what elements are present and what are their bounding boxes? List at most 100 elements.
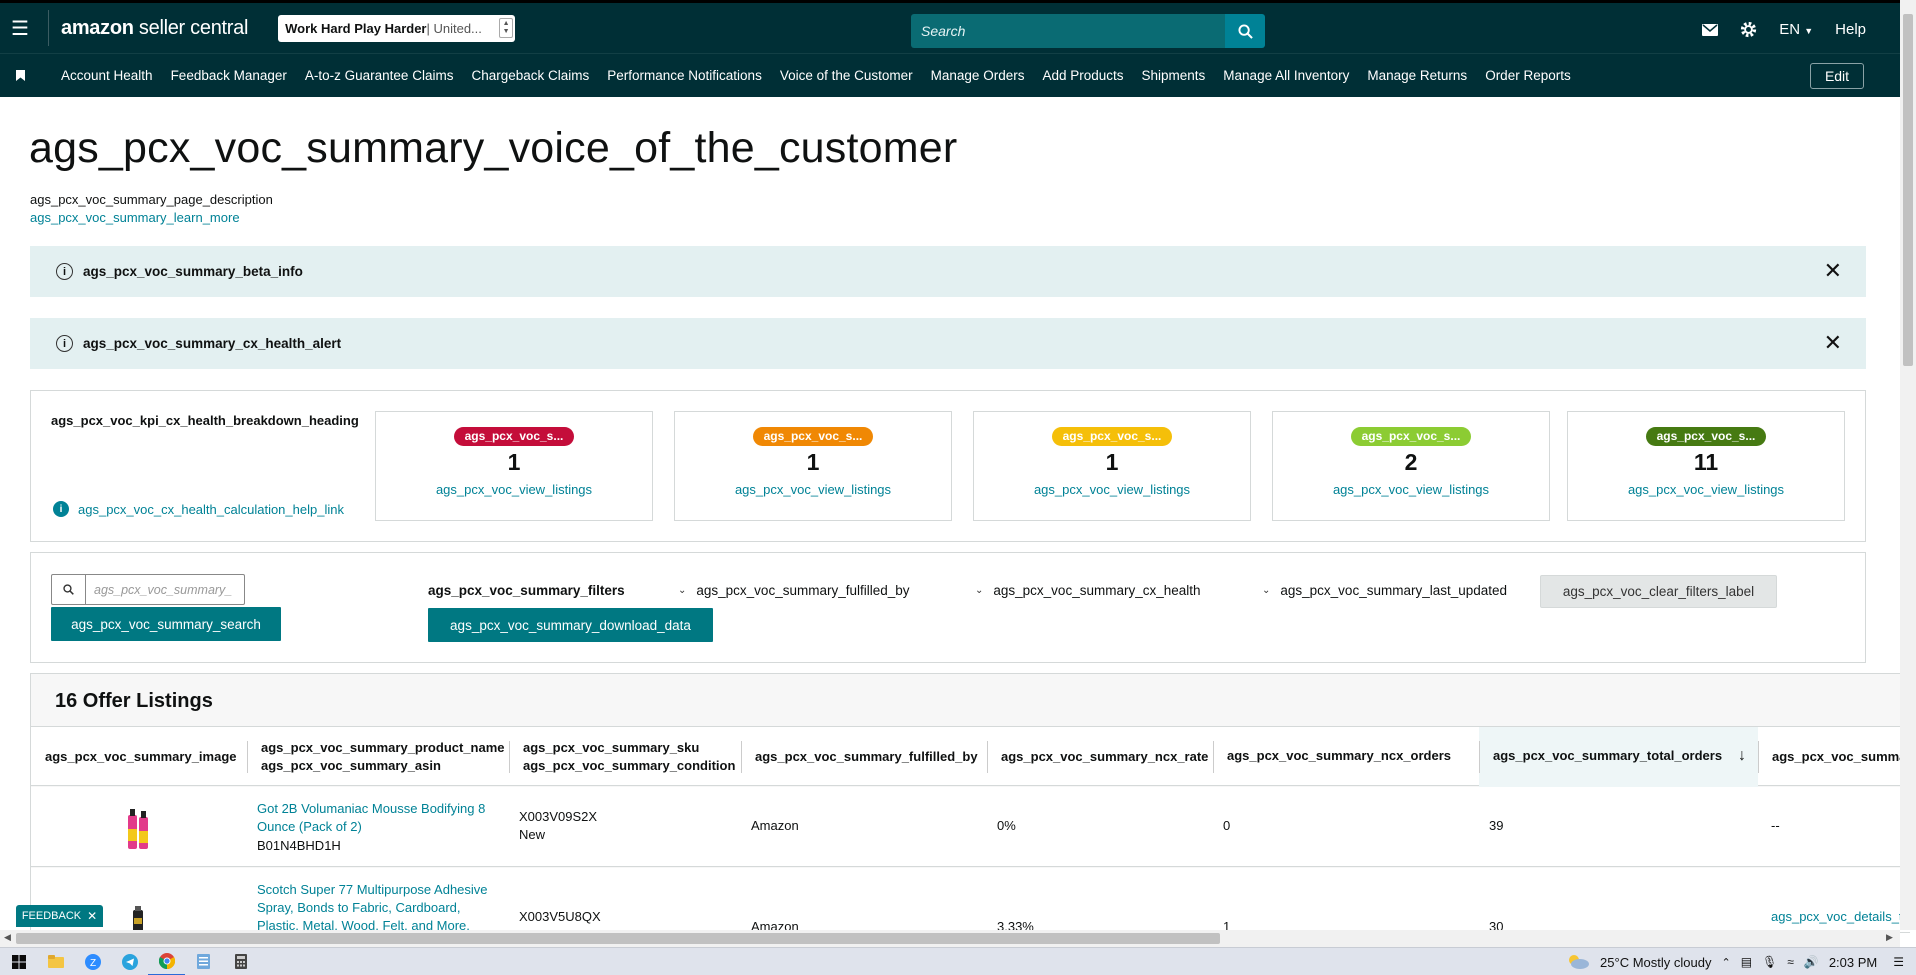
weather-text[interactable]: 25°C Mostly cloudy [1600, 955, 1711, 970]
nav-voice-of-the-customer[interactable]: Voice of the Customer [780, 68, 913, 83]
nav-chargeback-claims[interactable]: Chargeback Claims [471, 68, 589, 83]
col-ncx-orders-label: ags_pcx_voc_summary_ncx_orders [1227, 748, 1452, 763]
feedback-tab[interactable]: FEEDBACK ✕ [16, 905, 103, 927]
download-data-button[interactable]: ags_pcx_voc_summary_download_data [428, 608, 713, 642]
nav-manage-returns[interactable]: Manage Returns [1367, 68, 1467, 83]
search-button[interactable] [1225, 14, 1265, 48]
feedback-label: FEEDBACK [21, 910, 82, 922]
col-sku-label: ags_pcx_voc_summary_sku [523, 740, 700, 755]
search-button[interactable]: ags_pcx_voc_summary_search [51, 607, 281, 641]
kpi-panel: ags_pcx_voc_kpi_cx_health_breakdown_head… [30, 390, 1866, 542]
last-updated-filter[interactable]: ⌄ ags_pcx_voc_summary_last_updated [1262, 583, 1507, 598]
col-ncx-orders[interactable]: ags_pcx_voc_summary_ncx_orders⇅ [1213, 727, 1509, 787]
view-listings-link[interactable]: ags_pcx_voc_view_listings [1568, 482, 1844, 497]
account-stepper-icon[interactable]: ▲ ▼ [499, 17, 514, 38]
col-image-label: ags_pcx_voc_summary_image [45, 749, 237, 764]
telegram-icon[interactable] [111, 948, 148, 975]
nav-manage-orders[interactable]: Manage Orders [931, 68, 1025, 83]
fulfilled-by-label: ags_pcx_voc_summary_fulfilled_by [696, 583, 910, 598]
svg-text:Z: Z [89, 958, 95, 969]
calculator-icon[interactable] [222, 948, 259, 975]
mail-icon[interactable] [1702, 23, 1719, 36]
scroll-left-icon[interactable]: ◀ [4, 932, 11, 943]
col-product-name-label: ags_pcx_voc_summary_product_name [261, 740, 505, 755]
col-ncx-rate[interactable]: ags_pcx_voc_summary_ncx_rate [987, 727, 1213, 787]
chevron-up-icon[interactable]: ⌃ [1721, 956, 1730, 969]
notifications-icon[interactable]: ☰ [1893, 955, 1904, 969]
vertical-scroll-thumb[interactable] [1903, 14, 1913, 366]
hamburger-menu-icon[interactable]: ☰ [0, 2, 40, 55]
clear-filters-button[interactable]: ags_pcx_voc_clear_filters_label [1540, 575, 1777, 608]
scroll-right-icon[interactable]: ▶ [1886, 932, 1893, 943]
product-name-line: Got 2B Volumaniac Mousse Bodifying 8 [257, 801, 486, 816]
weather-icon[interactable] [1566, 953, 1590, 972]
kpi-card: ags_pcx_voc_s... 11 ags_pcx_voc_view_lis… [1567, 411, 1845, 521]
close-icon[interactable]: ✕ [87, 909, 97, 923]
windows-start-icon[interactable] [0, 948, 37, 975]
view-listings-link[interactable]: ags_pcx_voc_view_listings [675, 482, 951, 497]
nav-shipments[interactable]: Shipments [1142, 68, 1206, 83]
network-icon[interactable]: ▤ [1741, 955, 1752, 969]
col-total-orders-label: ags_pcx_voc_summary_total_orders [1493, 748, 1723, 763]
product-image[interactable] [127, 807, 149, 856]
nav-a-to-z-claims[interactable]: A-to-z Guarantee Claims [305, 68, 454, 83]
account-selector[interactable]: Work Hard Play Harder | United... ▲ ▼ [278, 14, 516, 42]
kpi-count: 1 [806, 449, 820, 475]
listing-search-input[interactable]: ags_pcx_voc_summary_ [86, 575, 232, 604]
product-image[interactable] [131, 906, 145, 932]
vertical-scrollbar[interactable] [1900, 0, 1916, 930]
col-next[interactable]: ags_pcx_voc_summar [1758, 727, 1910, 787]
view-listings-link[interactable]: ags_pcx_voc_view_listings [974, 482, 1250, 497]
product-name-link[interactable]: Scotch Super 77 Multipurpose Adhesive Sp… [257, 881, 488, 932]
horizontal-scrollbar[interactable]: ◀ ▶ [0, 930, 1900, 947]
status-badge: ags_pcx_voc_s... [752, 427, 874, 446]
file-explorer-icon[interactable] [37, 948, 74, 975]
cx-health-filter[interactable]: ⌄ ags_pcx_voc_summary_cx_health [975, 583, 1201, 598]
zoom-app-icon[interactable]: Z [74, 948, 111, 975]
kpi-count: 1 [507, 449, 521, 475]
chevron-down-icon: ▼ [1804, 26, 1814, 36]
learn-more-link[interactable]: ags_pcx_voc_summary_learn_more [30, 210, 240, 225]
close-icon[interactable]: ✕ [1824, 332, 1842, 354]
last-updated-label: ags_pcx_voc_summary_last_updated [1280, 583, 1508, 598]
col-total-orders[interactable]: ags_pcx_voc_summary_total_orders ↓ [1479, 727, 1758, 787]
close-icon[interactable]: ✕ [1824, 260, 1842, 282]
total-orders-value: 39 [1489, 818, 1504, 833]
nav-add-products[interactable]: Add Products [1042, 68, 1123, 83]
view-listings-link[interactable]: ags_pcx_voc_view_listings [376, 482, 652, 497]
col-fulfilled-by[interactable]: ags_pcx_voc_summary_fulfilled_by [741, 727, 987, 787]
chrome-icon[interactable] [148, 948, 185, 975]
view-listings-link[interactable]: ags_pcx_voc_view_listings [1273, 482, 1549, 497]
nav-items: Account Health Feedback Manager A-to-z G… [61, 68, 1589, 83]
listing-search-field[interactable]: ags_pcx_voc_summary_ [51, 574, 245, 605]
details-link[interactable]: ags_pcx_voc_details_t [1771, 908, 1903, 926]
language-selector[interactable]: EN ▼ [1779, 21, 1813, 38]
col-product-name[interactable]: ags_pcx_voc_summary_product_name ags_pcx_… [247, 727, 509, 787]
col-image[interactable]: ags_pcx_voc_summary_image [31, 727, 247, 787]
microphone-icon[interactable]: 🎙 [1762, 955, 1777, 969]
nav-account-health[interactable]: Account Health [61, 68, 153, 83]
notepad-icon[interactable] [185, 948, 222, 975]
page-description: ags_pcx_voc_summary_page_description [30, 192, 273, 207]
product-name-link[interactable]: Got 2B Volumaniac Mousse Bodifying 8 Oun… [257, 800, 485, 836]
col-sku[interactable]: ags_pcx_voc_summary_sku ags_pcx_voc_summa… [509, 727, 741, 787]
nav-manage-all-inventory[interactable]: Manage All Inventory [1223, 68, 1349, 83]
horizontal-scroll-thumb[interactable] [16, 933, 1220, 944]
global-search-input[interactable]: Search [911, 14, 1225, 48]
nav-feedback-manager[interactable]: Feedback Manager [171, 68, 287, 83]
clock[interactable]: 2:03 PM [1829, 955, 1877, 970]
nav-order-reports[interactable]: Order Reports [1485, 68, 1571, 83]
gear-icon[interactable] [1740, 21, 1757, 38]
status-badge: ags_pcx_voc_s... [1645, 427, 1767, 446]
help-link[interactable]: Help [1835, 21, 1866, 38]
bookmark-icon[interactable] [0, 70, 40, 81]
nav-performance-notifications[interactable]: Performance Notifications [607, 68, 762, 83]
kpi-help-link[interactable]: i ags_pcx_voc_cx_health_calculation_help… [53, 501, 344, 517]
edit-nav-button[interactable]: Edit [1810, 63, 1864, 89]
volume-icon[interactable]: 🔊 [1804, 955, 1819, 969]
fulfilled-by-filter[interactable]: ⌄ ags_pcx_voc_summary_fulfilled_by [678, 583, 910, 598]
seller-central-logo[interactable]: amazon seller central [61, 17, 248, 40]
col-ncx-rate-label: ags_pcx_voc_summary_ncx_rate [1001, 749, 1209, 764]
wifi-icon[interactable]: ≈ [1787, 955, 1794, 969]
sort-descending-icon[interactable]: ↓ [1738, 747, 1746, 765]
